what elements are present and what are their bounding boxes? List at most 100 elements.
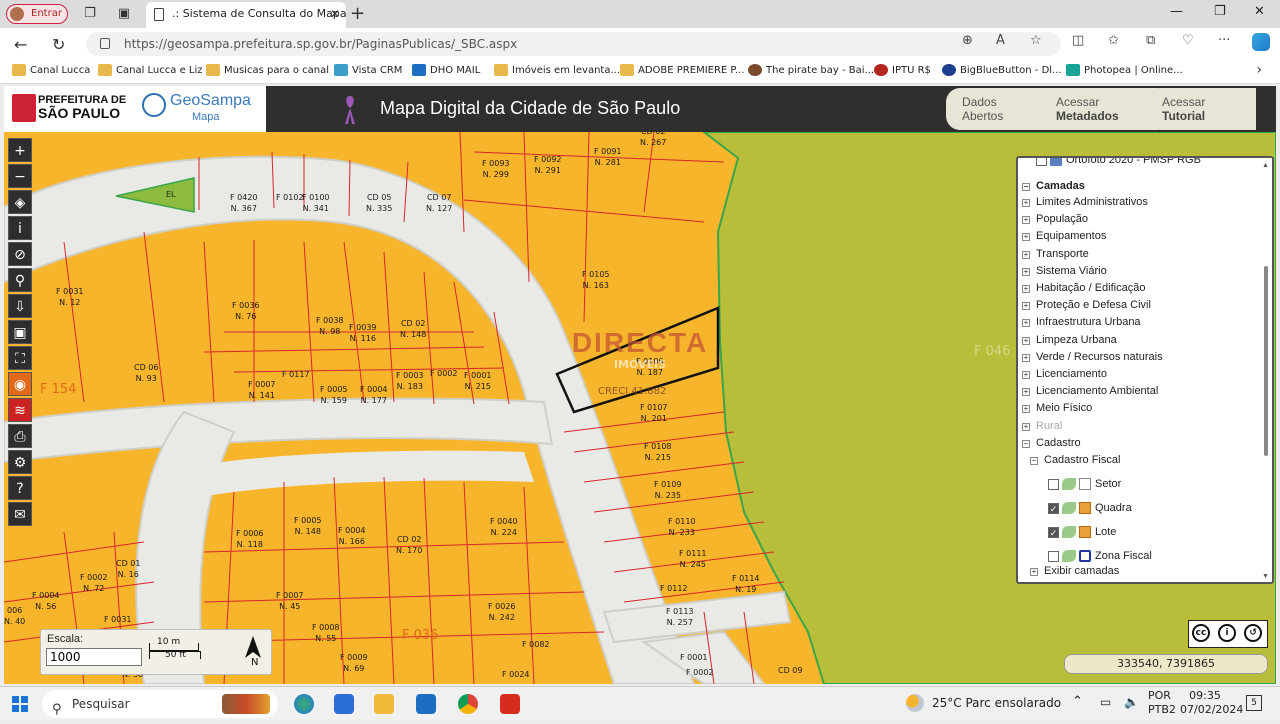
- refresh-icon[interactable]: ↻: [52, 35, 65, 54]
- bookmark-item[interactable]: Canal Lucca e Liz: [98, 64, 203, 78]
- logo-area[interactable]: PREFEITURA DE SÃO PAULO GeoSampa Mapa: [4, 86, 266, 132]
- acrobat-icon[interactable]: [500, 694, 520, 714]
- favorites-icon[interactable]: ✩: [1108, 33, 1119, 48]
- mail-icon[interactable]: ✉: [8, 502, 32, 526]
- layer-group[interactable]: + Habitação / Edificação: [1022, 282, 1145, 294]
- minimize-icon[interactable]: —: [1170, 4, 1183, 19]
- bookmark-item[interactable]: IPTU R$: [874, 64, 931, 78]
- layer-group[interactable]: + Licenciamento: [1022, 368, 1107, 380]
- scrollbar-thumb[interactable]: [1264, 266, 1268, 456]
- chevron-up-icon[interactable]: ⌃: [1072, 695, 1083, 709]
- print-icon[interactable]: ⎙: [8, 424, 32, 448]
- zoom-icon[interactable]: ⊕: [962, 33, 973, 48]
- info-icon[interactable]: i: [8, 216, 32, 240]
- chevron-right-icon[interactable]: ›: [1256, 62, 1262, 78]
- clock[interactable]: 09:35 07/02/2024: [1180, 689, 1243, 717]
- favorite-star-icon[interactable]: ☆: [1030, 33, 1042, 48]
- layer-item-ortofoto[interactable]: Ortofoto 2020 - PMSP RGB: [1036, 158, 1201, 167]
- layer-item-setor[interactable]: Setor: [1048, 478, 1121, 491]
- notifications-icon[interactable]: 5: [1246, 695, 1262, 711]
- layer-group[interactable]: + Rural: [1022, 420, 1062, 432]
- bookmark-item[interactable]: The pirate bay - Bai...: [748, 64, 874, 78]
- bookmark-item[interactable]: Vista CRM: [334, 64, 402, 78]
- layer-item-zona-fiscal[interactable]: Zona Fiscal: [1048, 550, 1152, 563]
- read-aloud-icon[interactable]: A: [996, 33, 1005, 48]
- layer-group[interactable]: + Sistema Viário: [1022, 265, 1107, 277]
- layer-group[interactable]: + População: [1022, 213, 1088, 225]
- layer-group[interactable]: + Licenciamento Ambiental: [1022, 385, 1158, 397]
- save-icon[interactable]: ▣: [8, 320, 32, 344]
- network-icon[interactable]: ▭: [1100, 695, 1111, 709]
- camera-icon[interactable]: ◉: [8, 372, 32, 396]
- volume-icon[interactable]: 🔈: [1124, 695, 1139, 709]
- layer-checkbox[interactable]: [1048, 478, 1059, 490]
- settings-gear-icon[interactable]: ⚙: [8, 450, 32, 474]
- cc-license-badge[interactable]: cc i ↺: [1188, 620, 1268, 648]
- layer-group[interactable]: + Infraestrutura Urbana: [1022, 316, 1141, 328]
- file-explorer-icon[interactable]: [374, 694, 394, 714]
- layer-group[interactable]: + Limites Administrativos: [1022, 196, 1148, 208]
- show-layers-link[interactable]: + Exibir camadas: [1030, 565, 1119, 577]
- weather-text[interactable]: 25°C Parc ensolarado: [932, 696, 1061, 710]
- measure-icon[interactable]: ⊘: [8, 242, 32, 266]
- layer-group[interactable]: + Equipamentos: [1022, 230, 1106, 242]
- metadados-button[interactable]: Acessar Metadados: [1040, 88, 1158, 130]
- layer-group[interactable]: + Proteção e Defesa Civil: [1022, 299, 1151, 311]
- layer-group[interactable]: + Verde / Recursos naturais: [1022, 351, 1163, 363]
- store-icon[interactable]: [334, 694, 354, 714]
- bookmark-item[interactable]: Canal Lucca: [12, 64, 90, 78]
- split-screen-icon[interactable]: ◫: [1072, 33, 1084, 48]
- tab-actions-icon[interactable]: ▣: [116, 6, 132, 22]
- chrome-icon[interactable]: [458, 694, 478, 714]
- scroll-up-icon[interactable]: ▲: [1262, 162, 1269, 169]
- layers-scrollbar[interactable]: ▲ ▼: [1262, 162, 1270, 580]
- windows-start-icon[interactable]: [12, 696, 28, 712]
- layer-checkbox[interactable]: [1036, 158, 1047, 166]
- more-menu-icon[interactable]: ···: [1218, 33, 1230, 48]
- zoom-out-icon[interactable]: −: [8, 164, 32, 188]
- browser-essentials-icon[interactable]: ♡: [1182, 33, 1194, 48]
- street-view-icon[interactable]: ⛶: [8, 346, 32, 370]
- workspaces-icon[interactable]: ❐: [82, 6, 98, 22]
- search-highlight-image[interactable]: [222, 694, 270, 714]
- address-input[interactable]: https://geosampa.prefeitura.sp.gov.br/Pa…: [86, 32, 1061, 56]
- layer-item-quadra[interactable]: ✓ Quadra: [1048, 502, 1132, 515]
- mail-app-icon[interactable]: [416, 694, 436, 714]
- help-icon[interactable]: ?: [8, 476, 32, 500]
- bookmark-item[interactable]: BigBlueButton - Dl...: [942, 64, 1062, 78]
- scale-input[interactable]: 1000: [46, 648, 142, 666]
- layer-group[interactable]: + Meio Físico: [1022, 402, 1092, 414]
- close-window-icon[interactable]: ✕: [1254, 4, 1265, 19]
- layers-icon[interactable]: ◈: [8, 190, 32, 214]
- close-tab-icon[interactable]: ✕: [330, 2, 340, 26]
- bookmark-item[interactable]: Photopea | Online...: [1066, 64, 1183, 78]
- bookmark-item[interactable]: DHO MAIL: [412, 64, 480, 78]
- layer-checkbox[interactable]: [1048, 550, 1059, 562]
- search-icon[interactable]: ⚲: [8, 268, 32, 292]
- layer-group[interactable]: − Cadastro: [1022, 437, 1081, 449]
- language-indicator[interactable]: POR PTB2: [1148, 689, 1176, 717]
- new-tab-icon[interactable]: +: [350, 3, 365, 24]
- draw-icon[interactable]: ≋: [8, 398, 32, 422]
- layer-item-lote[interactable]: ✓ Lote: [1048, 526, 1116, 539]
- restore-icon[interactable]: ❐: [1214, 4, 1226, 19]
- layers-heading[interactable]: − Camadas: [1022, 180, 1085, 192]
- profile-button[interactable]: Entrar: [6, 4, 68, 24]
- bookmark-item[interactable]: ADOBE PREMIERE P...: [620, 64, 744, 78]
- back-icon[interactable]: ←: [14, 35, 27, 54]
- copilot-icon[interactable]: [1252, 33, 1270, 51]
- tutorial-button[interactable]: Acessar Tutorial: [1146, 88, 1256, 130]
- tab-geosampa[interactable]: .: Sistema de Consulta do Mapa D ✕: [146, 2, 346, 28]
- layer-group[interactable]: + Transporte: [1022, 248, 1089, 260]
- zoom-in-icon[interactable]: +: [8, 138, 32, 162]
- weather-icon[interactable]: [906, 694, 924, 712]
- layer-group-cadastro-fiscal[interactable]: − Cadastro Fiscal: [1030, 454, 1120, 466]
- layer-checkbox[interactable]: ✓: [1048, 526, 1059, 538]
- collections-icon[interactable]: ⧉: [1146, 33, 1155, 48]
- bookmark-item[interactable]: Musicas para o canal: [206, 64, 329, 78]
- layer-checkbox[interactable]: ✓: [1048, 502, 1059, 514]
- layer-group[interactable]: + Limpeza Urbana: [1022, 334, 1117, 346]
- scroll-down-icon[interactable]: ▼: [1262, 573, 1269, 580]
- edge-browser-icon[interactable]: [294, 694, 314, 714]
- download-icon[interactable]: ⇩: [8, 294, 32, 318]
